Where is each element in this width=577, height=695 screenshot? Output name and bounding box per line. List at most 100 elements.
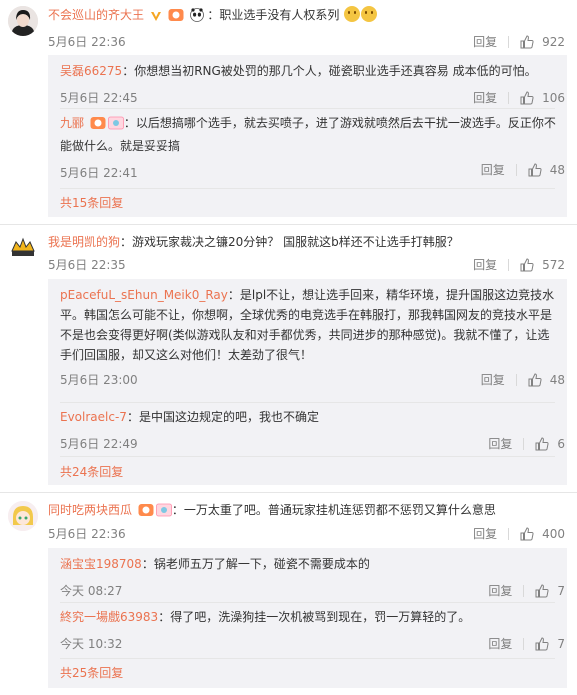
replies-panel: pEacefuL_sEhun_Meik0_Ray：是lpl不让，想让选手回来，精… (48, 279, 567, 485)
like-count: 48 (549, 372, 565, 387)
divider (508, 258, 510, 271)
member-badge-icon[interactable] (138, 503, 154, 522)
divider (60, 658, 555, 659)
reply-username[interactable]: 吴磊66275 (60, 64, 122, 78)
reply-text: ：你想想当初RNG被处罚的那几个人，碰瓷职业选手还真容易 成本低的可怕。 (122, 64, 537, 78)
divider (523, 437, 525, 450)
divider (523, 637, 525, 650)
divider (60, 188, 555, 189)
like-count: 7 (557, 636, 565, 651)
reply-username[interactable]: Evolraelc-7 (60, 410, 127, 424)
divider (508, 527, 510, 540)
reply-item: 吴磊66275：你想想当初RNG被处罚的那几个人，碰瓷职业选手还真容易 成本低的… (60, 61, 567, 106)
vip-v-icon[interactable] (150, 9, 162, 27)
more-replies-link[interactable]: 共24条回复 (60, 463, 123, 480)
reply-button[interactable]: 回复 (473, 33, 497, 50)
reply-username[interactable]: 終究一場戲63983 (60, 610, 158, 624)
divider (60, 402, 555, 403)
like-button[interactable]: 6 (535, 437, 565, 451)
comment-item: 我是明凯的狗：游戏玩家裁决之镰20分钟？ 国服就这b样还不让选手打韩服？ 5月6… (0, 225, 577, 493)
comment-time: 5月6日 22:36 (48, 527, 126, 541)
smile-emoji-icon (361, 6, 378, 22)
reply-text: ：锅老师五万了解一下，碰瓷不需要成本的 (141, 557, 370, 571)
reply-button[interactable]: 回复 (488, 582, 512, 599)
thumbs-up-icon (535, 436, 549, 450)
like-button[interactable]: 48 (528, 373, 565, 387)
comment-time: 5月6日 22:36 (48, 35, 126, 49)
reply-button[interactable]: 回复 (481, 161, 505, 178)
comment-username[interactable]: 不会巡山的齐大王 (48, 8, 144, 22)
divider (515, 163, 517, 176)
reply-text: 平。韩国怎么可能不让，你想啊，全球优秀的电竞选手在韩服打，那我韩国网友的竞技水平… (60, 308, 553, 322)
reply-text: ：是lpl不让，想让选手回来，精华环境，提升国服这边竞技水 (227, 288, 555, 302)
divider (515, 373, 517, 386)
reply-text: 不是也会变得更好啊(类似游戏队友和对手都优秀，共同进步的那种感觉)。我就不懂了，… (60, 328, 550, 342)
thumbs-up-icon (520, 257, 534, 271)
divider (523, 584, 525, 597)
comment-username[interactable]: 我是明凯的狗 (48, 235, 120, 249)
like-count: 7 (557, 583, 565, 598)
thumbs-up-icon (528, 372, 542, 386)
like-button[interactable]: 48 (528, 163, 565, 177)
divider (60, 108, 555, 109)
reply-item: 九郦 ：以后想搞哪个选手，就去买喷子，进了游戏就喷然后去干扰一波选手。反正你不 … (60, 113, 567, 181)
reply-username[interactable]: 涵宝宝198708 (60, 557, 142, 571)
like-count: 572 (542, 257, 565, 272)
comment-item: 同时吃两块西瓜 ：一万太重了吧。普通玩家挂机连惩罚都不惩罚又算什么意思 5月6日… (0, 493, 577, 695)
like-count: 400 (542, 526, 565, 541)
replies-panel: 吴磊66275：你想想当初RNG被处罚的那几个人，碰瓷职业选手还真容易 成本低的… (48, 55, 567, 217)
reply-text: ：以后想搞哪个选手，就去买喷子，进了游戏就喷然后去干扰一波选手。反正你不 (123, 116, 556, 130)
reply-item: 終究一場戲63983：得了吧，洗澡狗挂一次机被骂到现在，罚一万算轻的了。 今天 … (60, 607, 567, 652)
comment-item: 不会巡山的齐大王 ：职业选手没有人权系列 5月6日 22:36 回复 922 吴… (0, 0, 577, 225)
panda-icon (189, 8, 204, 27)
comment-text: ：一万太重了吧。普通玩家挂机连惩罚都不惩罚又算什么意思 (171, 503, 496, 517)
more-replies-link[interactable]: 共15条回复 (60, 194, 123, 211)
divider (60, 456, 555, 457)
reply-button[interactable]: 回复 (488, 435, 512, 452)
reply-text: 能做什么。就是妥妥搞 (60, 139, 181, 153)
like-button[interactable]: 7 (535, 637, 565, 651)
reply-item: pEacefuL_sEhun_Meik0_Ray：是lpl不让，想让选手回来，精… (60, 285, 567, 388)
reply-item: 涵宝宝198708：锅老师五万了解一下，碰瓷不需要成本的 今天 08:27 回复… (60, 554, 567, 599)
divider (508, 35, 510, 48)
divider (60, 602, 555, 603)
reply-text: ：是中国这边规定的吧，我也不确定 (126, 410, 319, 424)
reply-text: 手们回国服，却又这么对他们！太差劲了很气！ (60, 348, 313, 362)
fan-badge-icon (155, 503, 172, 522)
like-button[interactable]: 400 (520, 527, 565, 541)
reply-text: ：得了吧，洗澡狗挂一次机被骂到现在，罚一万算轻的了。 (158, 610, 471, 624)
more-replies-link[interactable]: 共25条回复 (60, 664, 123, 681)
comment-time: 5月6日 22:35 (48, 258, 126, 272)
reply-button[interactable]: 回复 (473, 256, 497, 273)
reply-button[interactable]: 回复 (488, 635, 512, 652)
reply-item: Evolraelc-7：是中国这边规定的吧，我也不确定 5月6日 22:49 回… (60, 407, 567, 452)
like-button[interactable]: 572 (520, 258, 565, 272)
thumbs-up-icon (520, 90, 534, 104)
like-button[interactable]: 7 (535, 584, 565, 598)
reply-username[interactable]: 九郦 (60, 116, 84, 130)
reply-button[interactable]: 回复 (481, 371, 505, 388)
like-count: 48 (549, 162, 565, 177)
thumbs-up-icon (528, 162, 542, 176)
fan-badge-icon (107, 116, 124, 136)
reply-button[interactable]: 回复 (473, 89, 497, 106)
comment-text: ：游戏玩家裁决之镰20分钟？ 国服就这b样还不让选手打韩服？ (120, 235, 459, 249)
divider (508, 91, 510, 104)
avatar[interactable] (8, 6, 38, 36)
avatar[interactable] (8, 501, 38, 531)
reply-button[interactable]: 回复 (473, 525, 497, 542)
comment-username[interactable]: 同时吃两块西瓜 (48, 503, 132, 517)
avatar[interactable] (8, 233, 38, 263)
reply-username[interactable]: pEacefuL_sEhun_Meik0_Ray (60, 288, 228, 302)
thumbs-up-icon (520, 34, 534, 48)
like-count: 922 (542, 34, 565, 49)
thumbs-up-icon (535, 583, 549, 597)
smile-emoji-icon (344, 6, 361, 22)
thumbs-up-icon (535, 636, 549, 650)
member-badge-icon[interactable] (90, 116, 106, 136)
like-button[interactable]: 106 (520, 91, 565, 105)
comment-text: ：职业选手没有人权系列 (207, 8, 340, 22)
member-badge-icon[interactable] (168, 8, 184, 27)
like-button[interactable]: 922 (520, 35, 565, 49)
like-count: 6 (557, 436, 565, 451)
